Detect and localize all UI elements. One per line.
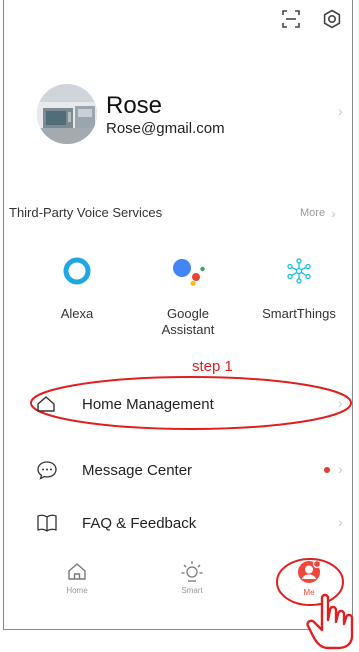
service-smartthings-label: SmartThings — [262, 306, 336, 321]
more-link[interactable]: More › — [300, 205, 336, 221]
service-smartthings[interactable]: SmartThings — [244, 256, 354, 322]
profile-name: Rose — [106, 92, 163, 119]
scan-button[interactable] — [280, 8, 302, 30]
unread-dot — [324, 467, 330, 473]
voice-services-title: Third-Party Voice Services — [9, 205, 163, 220]
settings-button[interactable] — [321, 8, 343, 30]
avatar — [37, 84, 97, 144]
chevron-right-icon: › — [338, 395, 343, 411]
tab-home[interactable]: Home — [52, 560, 102, 595]
google-assistant-icon — [173, 259, 205, 286]
profile-row[interactable]: Rose Rose@gmail.com › — [4, 76, 352, 152]
alexa-icon — [63, 257, 91, 285]
house-icon — [37, 396, 55, 412]
chevron-right-icon: › — [331, 205, 336, 221]
chat-bubble-icon — [37, 461, 57, 480]
chevron-right-icon: › — [338, 103, 343, 119]
tab-home-label: Home — [66, 586, 88, 595]
chevron-right-icon: › — [338, 514, 343, 530]
sun-icon — [181, 561, 203, 582]
tab-smart-label: Smart — [181, 586, 203, 595]
service-alexa[interactable]: Alexa — [22, 256, 132, 322]
menu-item-home-management[interactable]: Home Management › — [4, 384, 352, 424]
app-screen: Rose Rose@gmail.com › Third-Party Voice … — [3, 0, 353, 630]
profile-email: Rose@gmail.com — [106, 120, 225, 137]
home-icon — [68, 563, 86, 580]
gear-icon — [323, 9, 341, 29]
menu-item-faq-feedback[interactable]: FAQ & Feedback › — [4, 503, 352, 543]
menu-item-label: FAQ & Feedback — [82, 515, 197, 532]
service-alexa-label: Alexa — [60, 306, 94, 321]
scan-icon — [282, 10, 300, 28]
book-icon — [37, 514, 57, 532]
menu-item-label: Message Center — [82, 462, 193, 479]
service-google-assistant[interactable]: Google Assistant — [133, 256, 243, 338]
smartthings-icon — [287, 258, 311, 284]
service-google-assistant-label: Google Assistant — [161, 306, 215, 337]
pointing-hand-icon — [306, 593, 354, 650]
step-label: step 1 — [192, 358, 233, 375]
more-label: More — [300, 207, 326, 219]
chevron-right-icon: › — [338, 461, 343, 477]
menu-item-label: Home Management — [82, 396, 214, 413]
menu-item-message-center[interactable]: Message Center › — [4, 450, 352, 490]
tab-smart[interactable]: Smart — [167, 560, 217, 595]
